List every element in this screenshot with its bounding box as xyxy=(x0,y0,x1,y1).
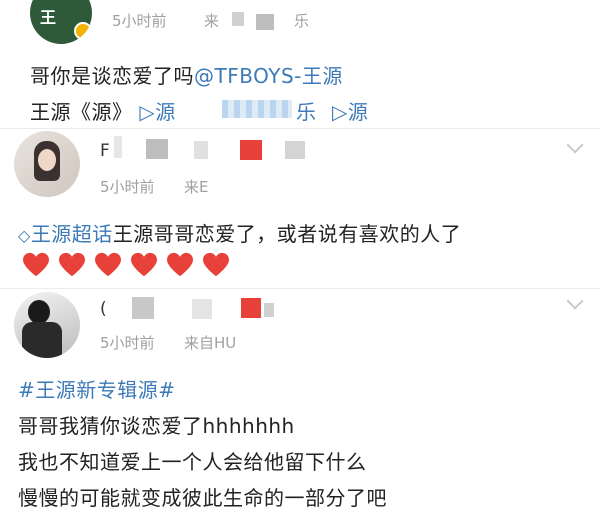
comment-text: 王源哥哥恋爱了，或者说有喜欢的人了 xyxy=(112,222,462,246)
comment-time: 5小时前 xyxy=(100,178,155,196)
post-source-tail: 乐 xyxy=(294,12,310,30)
divider xyxy=(0,128,600,129)
comment-source: 来自HU xyxy=(184,334,237,352)
post-time: 5小时前 xyxy=(112,12,167,30)
mosaic-blur xyxy=(240,140,262,160)
post-source: 来 xyxy=(204,12,220,30)
heart-icon xyxy=(59,252,85,277)
comment-source: 来E xyxy=(184,178,209,196)
mosaic-blur xyxy=(285,141,305,159)
commenter-name[interactable]: ( xyxy=(100,299,107,319)
verified-badge-icon xyxy=(74,22,92,40)
post-text: 哥你是谈恋爱了吗 xyxy=(30,64,194,88)
mosaic-blur xyxy=(192,299,212,319)
music-link-2[interactable]: ▷源 xyxy=(332,96,368,125)
mosaic-blur xyxy=(114,136,122,158)
comment-avatar[interactable] xyxy=(14,131,80,197)
mosaic-blur xyxy=(222,100,292,118)
heart-icon xyxy=(203,252,229,277)
avatar-figure xyxy=(28,300,50,324)
avatar-logo-text: 王 xyxy=(40,8,57,27)
chevron-down-icon[interactable] xyxy=(566,292,584,310)
post-avatar[interactable]: 王 xyxy=(30,0,92,44)
diamond-icon: ◇ xyxy=(18,226,31,245)
post-text-prefix: 王源《源》 xyxy=(30,100,133,124)
avatar-figure-body xyxy=(22,322,62,358)
heart-icon xyxy=(131,252,157,277)
hashtag-link[interactable]: #王源新专辑源# xyxy=(18,374,176,403)
mosaic-blur xyxy=(146,139,168,159)
commenter-name[interactable]: F xyxy=(100,141,110,161)
chevron-down-icon[interactable] xyxy=(566,136,584,154)
music-link-tail[interactable]: 乐 xyxy=(296,96,317,125)
heart-icon xyxy=(95,252,121,277)
mosaic-blur xyxy=(256,14,274,30)
mention-link[interactable]: @TFBOYS-王源 xyxy=(194,64,343,88)
music-link[interactable]: ▷源 xyxy=(139,100,175,124)
mosaic-blur xyxy=(241,298,261,318)
comment-text-line1: 哥哥我猜你谈恋爱了hhhhhhh xyxy=(18,414,295,438)
comment-text-line2: 我也不知道爱上一个人会给他留下什么 xyxy=(18,450,367,474)
supertopic-link[interactable]: ◇王源超话 xyxy=(18,222,113,246)
post-text-line1: 哥你是谈恋爱了吗@TFBOYS-王源 xyxy=(30,60,343,89)
avatar-figure-face xyxy=(38,149,56,171)
supertopic-label: 王源超话 xyxy=(30,222,113,246)
mosaic-blur xyxy=(232,12,244,26)
comment-time: 5小时前 xyxy=(100,334,155,352)
divider xyxy=(0,288,600,289)
comment-text-line: ◇王源超话王源哥哥恋爱了，或者说有喜欢的人了 xyxy=(18,218,461,247)
heart-emoji-row xyxy=(22,252,230,278)
heart-icon xyxy=(23,252,49,277)
comment-avatar[interactable] xyxy=(14,292,80,358)
post-text-line2: 王源《源》 ▷源 xyxy=(30,96,176,125)
mosaic-blur xyxy=(264,303,274,317)
mosaic-blur xyxy=(132,297,154,319)
heart-icon xyxy=(167,252,193,277)
mosaic-blur xyxy=(194,141,208,159)
comment-text-line3: 慢慢的可能就变成彼此生命的一部分了吧 xyxy=(18,486,387,510)
